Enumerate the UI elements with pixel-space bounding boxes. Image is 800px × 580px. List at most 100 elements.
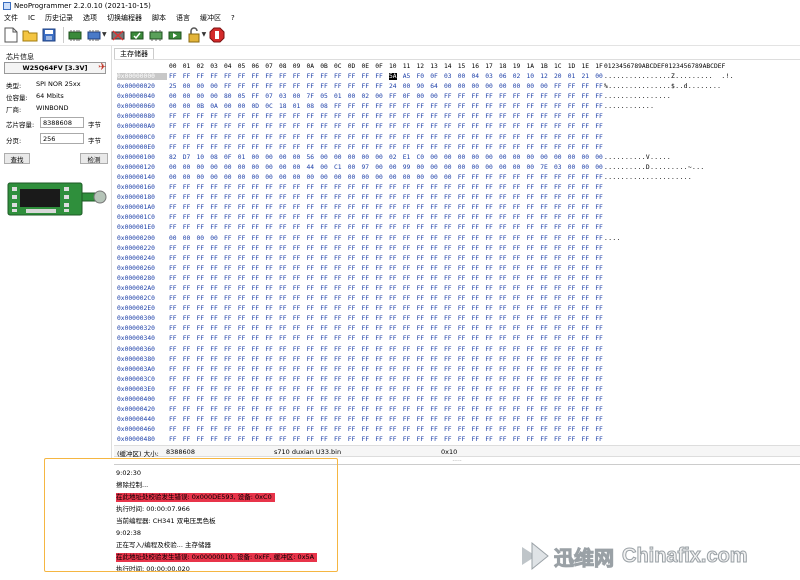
hex-byte[interactable]: FF (348, 416, 356, 423)
hex-byte[interactable]: FF (389, 416, 397, 423)
hex-byte[interactable]: FF (595, 184, 603, 191)
hex-byte[interactable]: FF (279, 386, 287, 393)
menu-language[interactable]: 语言 (176, 13, 190, 23)
hex-byte[interactable]: FF (458, 396, 466, 403)
hex-byte[interactable]: FF (540, 305, 548, 312)
hex-byte[interactable]: FF (224, 396, 232, 403)
hex-byte[interactable]: FF (485, 235, 493, 242)
hex-byte[interactable]: FF (265, 315, 273, 322)
hex-byte[interactable]: FF (472, 93, 480, 100)
hex-byte[interactable]: FF (554, 144, 562, 151)
hex-byte[interactable]: 21 (582, 73, 590, 80)
hex-byte[interactable]: FF (279, 406, 287, 413)
hex-byte[interactable]: FF (430, 325, 438, 332)
hex-byte[interactable]: FF (403, 346, 411, 353)
hex-byte[interactable]: 00 (430, 164, 438, 171)
hex-byte[interactable]: FF (279, 144, 287, 151)
hex-byte[interactable]: 00 (458, 164, 466, 171)
hex-byte[interactable]: FF (485, 396, 493, 403)
hex-byte[interactable]: FF (348, 376, 356, 383)
hex-byte[interactable]: FF (307, 275, 315, 282)
hex-byte[interactable]: FF (334, 315, 342, 322)
hex-byte[interactable]: FF (307, 436, 315, 443)
hex-byte[interactable]: FF (595, 376, 603, 383)
hex-byte[interactable]: FF (320, 184, 328, 191)
hex-byte[interactable]: FF (417, 204, 425, 211)
hex-byte[interactable]: C1 (334, 164, 342, 171)
hex-byte[interactable]: FF (320, 224, 328, 231)
hex-byte[interactable]: FF (458, 235, 466, 242)
hex-byte[interactable]: FF (210, 426, 218, 433)
hex-byte[interactable]: FF (582, 356, 590, 363)
hex-byte[interactable]: 00 (375, 164, 383, 171)
hex-byte[interactable]: FF (568, 255, 576, 262)
hex-byte[interactable]: FF (210, 275, 218, 282)
hex-byte[interactable]: FF (472, 103, 480, 110)
hex-byte[interactable]: FF (403, 416, 411, 423)
hex-byte[interactable]: 00 (210, 164, 218, 171)
hex-byte[interactable]: FF (540, 346, 548, 353)
hex-byte[interactable]: FF (252, 426, 260, 433)
hex-row[interactable]: 0x00000140 00 00 00 00 00 00 00 00 00 00 00 00 00 00 00… (114, 174, 800, 184)
hex-byte[interactable]: FF (279, 356, 287, 363)
hex-byte[interactable]: 00 (265, 174, 273, 181)
hex-byte[interactable]: 00 (389, 164, 397, 171)
hex-byte[interactable]: FF (252, 113, 260, 120)
hex-byte[interactable]: FF (362, 245, 370, 252)
hex-byte[interactable]: FF (183, 275, 191, 282)
hex-byte[interactable]: FF (444, 103, 452, 110)
hex-byte[interactable]: FF (293, 113, 301, 120)
hex-byte[interactable]: FF (320, 426, 328, 433)
read-chip-icon[interactable] (67, 27, 83, 43)
hex-byte[interactable]: FF (499, 416, 507, 423)
hex-byte[interactable]: FF (540, 376, 548, 383)
hex-byte[interactable]: 00 (527, 164, 535, 171)
hex-byte[interactable]: FF (472, 265, 480, 272)
hex-byte[interactable]: FF (417, 346, 425, 353)
hex-byte[interactable]: FF (582, 113, 590, 120)
hex-byte[interactable]: FF (568, 356, 576, 363)
hex-byte[interactable]: FF (238, 416, 246, 423)
hex-byte[interactable]: FF (224, 204, 232, 211)
hex-byte[interactable]: FF (582, 406, 590, 413)
hex-byte[interactable]: FF (554, 265, 562, 272)
hex-byte[interactable]: 00 (375, 174, 383, 181)
hex-byte[interactable]: FF (197, 406, 205, 413)
hex-byte[interactable]: FF (334, 123, 342, 130)
hex-byte[interactable]: FF (472, 184, 480, 191)
hex-byte[interactable]: FF (472, 335, 480, 342)
hex-row[interactable]: 0x000000A0 FF FF FF FF FF FF FF FF FF FF FF FF FF FF FF… (114, 123, 800, 133)
hex-byte[interactable]: FF (540, 366, 548, 373)
hex-byte[interactable]: FF (224, 73, 232, 80)
hex-byte[interactable]: 00 (197, 93, 205, 100)
hex-byte[interactable]: FF (458, 426, 466, 433)
hex-byte[interactable]: FF (582, 224, 590, 231)
hex-byte[interactable]: FF (279, 214, 287, 221)
hex-byte[interactable]: FF (458, 184, 466, 191)
hex-byte[interactable]: FF (527, 426, 535, 433)
hex-byte[interactable]: FF (293, 204, 301, 211)
hex-byte[interactable]: 00 (485, 154, 493, 161)
hex-byte[interactable]: FF (568, 406, 576, 413)
hex-byte[interactable]: FF (513, 436, 521, 443)
hex-byte[interactable]: FF (224, 356, 232, 363)
hex-byte[interactable]: 00 (485, 164, 493, 171)
hex-byte[interactable]: FF (252, 356, 260, 363)
hex-byte[interactable]: FF (458, 356, 466, 363)
hex-byte[interactable]: FF (252, 245, 260, 252)
hex-byte[interactable]: FF (375, 436, 383, 443)
hex-byte[interactable]: FF (293, 224, 301, 231)
hex-byte[interactable]: FF (595, 214, 603, 221)
hex-byte[interactable]: FF (375, 245, 383, 252)
hex-byte[interactable]: FF (389, 285, 397, 292)
hex-byte[interactable]: FF (169, 214, 177, 221)
hex-byte[interactable]: FF (334, 194, 342, 201)
hex-row[interactable]: 0x00000200 00 00 00 00 FF FF FF FF FF FF FF FF FF FF FF… (114, 235, 800, 245)
hex-byte[interactable]: FF (279, 436, 287, 443)
hex-row[interactable]: 0x00000260 FF FF FF FF FF FF FF FF FF FF FF FF FF FF FF… (114, 265, 800, 275)
hex-byte[interactable]: FF (265, 83, 273, 90)
hex-byte[interactable]: FF (348, 315, 356, 322)
hex-byte[interactable]: FF (430, 285, 438, 292)
hex-byte[interactable]: FF (458, 275, 466, 282)
hex-byte[interactable]: FF (210, 366, 218, 373)
